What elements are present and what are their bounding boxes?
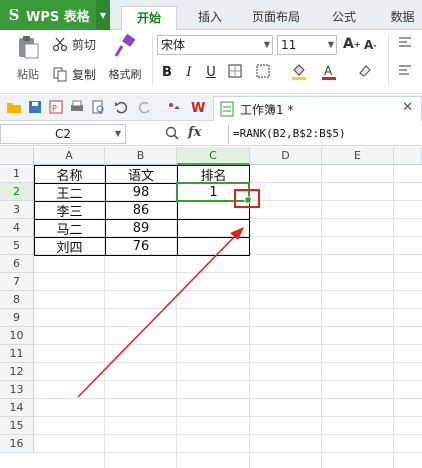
grid-icon xyxy=(256,64,270,78)
ribbon-home: 粘贴 剪切 复制 格式刷 宋体 ▼ 11 ▼ A + A- B I U A xyxy=(0,30,422,94)
print-preview-icon[interactable] xyxy=(90,99,106,115)
zoom-lookup-icon[interactable] xyxy=(164,125,180,144)
copy-button[interactable]: 复制 xyxy=(52,64,96,84)
chevron-down-icon: ▼ xyxy=(327,40,334,49)
chevron-down-icon: ▼ xyxy=(263,40,270,49)
insert-function-button[interactable]: fx xyxy=(188,125,201,140)
customize-toolbar-icon[interactable] xyxy=(166,99,182,115)
formula-bar: C2 ▼ fx =RANK(B2,B$2:B$5) xyxy=(0,122,422,146)
export-pdf-icon[interactable]: P xyxy=(48,99,64,115)
app-menu-button[interactable]: S WPS 表格 ▼ xyxy=(0,0,110,30)
svg-text:W: W xyxy=(191,101,205,114)
fill-color-button[interactable] xyxy=(290,64,308,82)
bold-button[interactable]: B xyxy=(158,64,176,82)
wps-home-icon[interactable]: W xyxy=(191,99,207,115)
redo-icon[interactable] xyxy=(137,99,153,115)
chevron-down-icon[interactable]: ▼ xyxy=(96,0,110,30)
borders-button[interactable] xyxy=(226,64,244,82)
document-title: 工作簿1 * xyxy=(240,103,294,117)
quick-access-toolbar: P W 工作簿1 * ✕ xyxy=(0,95,422,121)
copy-icon xyxy=(52,66,68,82)
font-color-icon: A xyxy=(321,64,337,80)
chevron-down-icon: ▼ xyxy=(114,129,121,138)
ribbon-divider xyxy=(388,34,389,86)
align-left-icon xyxy=(398,64,412,76)
borders-icon xyxy=(228,64,242,78)
brush-icon xyxy=(112,34,138,60)
copy-label: 复制 xyxy=(72,67,97,82)
font-name-select[interactable]: 宋体 ▼ xyxy=(157,35,273,55)
italic-button[interactable]: I xyxy=(180,64,198,82)
cell-reference: C2 xyxy=(54,127,71,141)
clear-format-button[interactable] xyxy=(356,64,374,82)
document-tab[interactable]: 工作簿1 * ✕ xyxy=(213,96,422,121)
selection-overlay xyxy=(77,182,260,398)
font-name-value: 宋体 xyxy=(161,38,186,52)
ribbon-tab-bar: S WPS 表格 ▼ 开始 插入 页面布局 公式 数据 xyxy=(0,0,422,30)
tab-page-layout[interactable]: 页面布局 xyxy=(245,6,307,30)
eraser-icon xyxy=(358,64,372,78)
spreadsheet-icon xyxy=(220,101,234,117)
annotation-arrow-line xyxy=(77,232,239,398)
ribbon-divider xyxy=(152,34,153,86)
format-painter-button[interactable]: 格式刷 xyxy=(102,34,148,90)
paste-icon xyxy=(15,34,41,60)
undo-icon[interactable] xyxy=(113,99,129,115)
paste-button[interactable]: 粘贴 xyxy=(8,34,48,90)
align-top-button[interactable] xyxy=(396,36,414,54)
merge-cells-button[interactable] xyxy=(254,64,272,82)
font-color-button[interactable]: A xyxy=(320,64,338,82)
decrease-font-button[interactable]: A- xyxy=(364,38,377,52)
formula-input[interactable]: =RANK(B2,B$2:B$5) xyxy=(228,124,422,144)
scissors-icon xyxy=(52,36,68,52)
app-title: WPS 表格 xyxy=(26,9,90,25)
font-size-value: 11 xyxy=(281,38,297,52)
paint-bucket-icon xyxy=(291,64,307,80)
open-icon[interactable] xyxy=(6,99,22,115)
tab-data[interactable]: 数据 xyxy=(383,6,422,30)
print-icon[interactable] xyxy=(69,99,85,115)
increase-font-button[interactable]: A + xyxy=(343,36,361,52)
align-icon xyxy=(398,36,412,48)
align-left-button[interactable] xyxy=(396,64,414,82)
wps-logo-icon: S xyxy=(8,6,20,24)
svg-text:A: A xyxy=(324,64,333,78)
save-icon[interactable] xyxy=(27,99,43,115)
paste-label: 粘贴 xyxy=(17,68,39,81)
svg-text:P: P xyxy=(52,104,57,113)
tab-formulas[interactable]: 公式 xyxy=(322,6,366,30)
tab-home[interactable]: 开始 xyxy=(121,6,177,30)
spreadsheet-grid[interactable]: A B C D E 1 2 3 4 5 6 7 8 9 10 11 12 13 14 15 16 名称 语文 … xyxy=(0,147,422,468)
cut-button[interactable]: 剪切 xyxy=(52,34,96,54)
font-size-select[interactable]: 11 ▼ xyxy=(277,35,337,55)
close-icon[interactable]: ✕ xyxy=(402,100,413,115)
cut-label: 剪切 xyxy=(72,37,97,52)
fill-handle xyxy=(244,196,252,204)
name-box[interactable]: C2 ▼ xyxy=(0,124,126,144)
underline-button[interactable]: U xyxy=(202,64,220,82)
tab-insert[interactable]: 插入 xyxy=(188,6,232,30)
active-cell-border xyxy=(176,182,250,202)
format-painter-label: 格式刷 xyxy=(108,68,142,81)
